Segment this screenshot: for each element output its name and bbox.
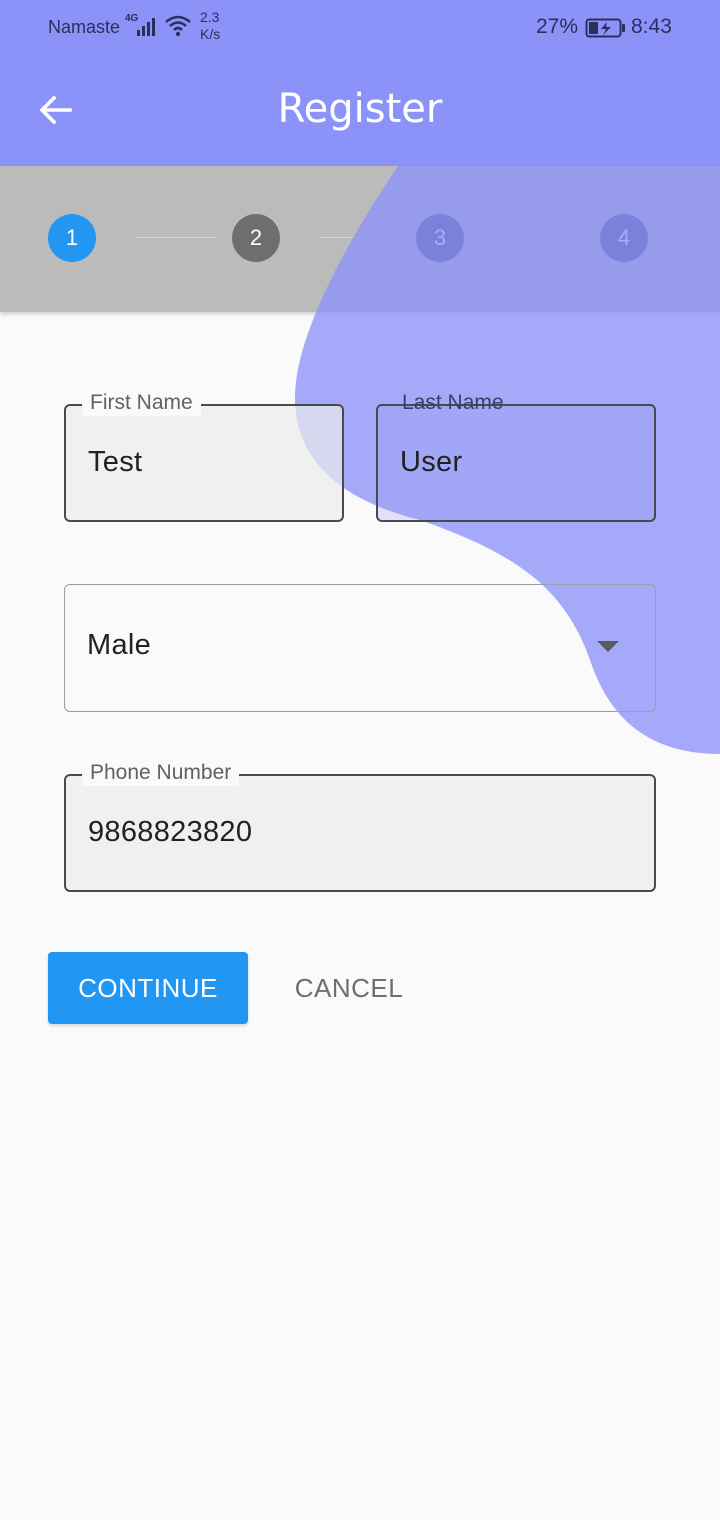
wifi-icon	[165, 15, 191, 37]
app-bar: Register	[0, 56, 720, 166]
last-name-field[interactable]: Last Name User	[376, 391, 656, 522]
page-title: Register	[277, 86, 443, 132]
step-3[interactable]: 3	[416, 214, 464, 262]
cancel-button[interactable]: CANCEL	[272, 952, 426, 1024]
carrier-name: Namaste	[48, 17, 121, 37]
clock: 8:43	[631, 15, 672, 38]
step-2[interactable]: 2	[232, 214, 280, 262]
phone-number-value: 9868823820	[88, 816, 253, 848]
last-name-value: User	[400, 446, 463, 478]
step-connector	[320, 237, 400, 238]
dropdown-arrow-icon	[597, 641, 619, 652]
first-name-value: Test	[88, 446, 143, 478]
first-name-label: First Name	[82, 390, 201, 416]
battery-charging-icon	[585, 18, 625, 38]
last-name-label: Last Name	[402, 391, 504, 414]
status-bar: Namaste 4G 2.3 K/s 27% 8:43	[0, 0, 720, 56]
gender-value: Male	[87, 629, 152, 661]
gender-dropdown[interactable]: Male	[64, 584, 656, 712]
step-connector	[136, 237, 216, 238]
phone-number-field[interactable]: Phone Number 9868823820	[64, 760, 656, 892]
stepper: 1 2 3 4	[0, 166, 720, 312]
network-speed: 2.3 K/s	[200, 9, 221, 42]
signal-icon	[137, 18, 155, 36]
battery-percentage: 27%	[536, 15, 579, 38]
step-4[interactable]: 4	[600, 214, 648, 262]
first-name-field[interactable]: First Name Test	[64, 390, 344, 522]
step-connector	[504, 237, 584, 238]
step-1[interactable]: 1	[48, 214, 96, 262]
phone-number-label: Phone Number	[82, 760, 240, 786]
continue-button[interactable]: CONTINUE	[48, 952, 248, 1024]
